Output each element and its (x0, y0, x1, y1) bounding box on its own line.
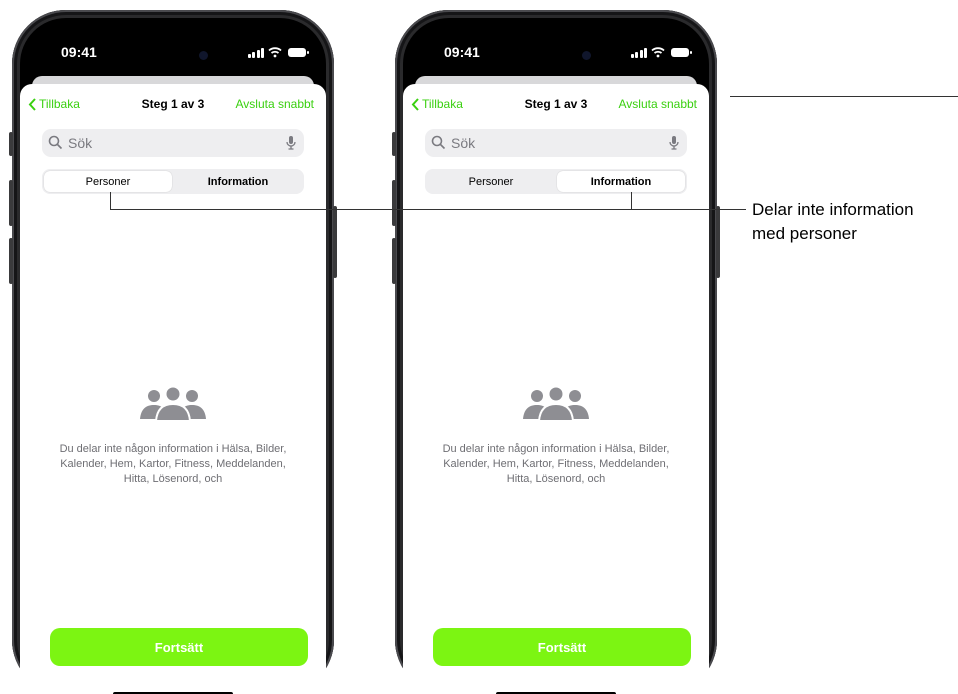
callout-line-2: med personer (752, 224, 857, 243)
volume-down-button (9, 238, 13, 284)
wifi-icon (268, 47, 282, 58)
segmented-control: Personer Information (425, 169, 687, 194)
segmented-control: Personer Information (42, 169, 304, 194)
volume-down-button (392, 238, 396, 284)
people-group-icon (523, 386, 589, 422)
search-icon (48, 135, 63, 150)
volume-up-button (392, 180, 396, 226)
sheet: Tillbaka Steg 1 av 3 Avsluta snabbt Sök … (403, 84, 709, 694)
nav-bar: Tillbaka Steg 1 av 3 Avsluta snabbt (20, 94, 326, 118)
sheet: Tillbaka Steg 1 av 3 Avsluta snabbt Sök … (20, 84, 326, 694)
screen: 09:41 Tillbaka Steg 1 av 3 Avsluta snabb… (20, 18, 326, 694)
quick-exit-button[interactable]: Avsluta snabbt (619, 97, 698, 111)
dynamic-island (505, 42, 613, 70)
signal-icon (247, 48, 264, 58)
search-placeholder: Sök (451, 135, 476, 151)
search-field[interactable]: Sök (42, 129, 304, 157)
callout-leader-right (631, 192, 632, 210)
screen: 09:41 Tillbaka Steg 1 av 3 Avsluta snabb… (403, 18, 709, 694)
signal-icon (630, 48, 647, 58)
quick-exit-button[interactable]: Avsluta snabbt (236, 97, 315, 111)
search-field[interactable]: Sök (425, 129, 687, 157)
search-placeholder: Sök (68, 135, 93, 151)
status-time: 09:41 (444, 44, 480, 60)
action-button (392, 132, 396, 156)
top-rule (730, 96, 958, 97)
empty-state-message: Du delar inte någon information i Hälsa,… (442, 443, 670, 485)
dynamic-island (122, 42, 230, 70)
battery-icon (288, 48, 309, 57)
status-bar: 09:41 (403, 18, 709, 78)
microphone-icon[interactable] (286, 135, 296, 150)
microphone-icon[interactable] (669, 135, 679, 150)
continue-button[interactable]: Fortsätt (433, 628, 691, 666)
side-button (333, 206, 337, 278)
phone-personer: 09:41 Tillbaka Steg 1 av 3 Avsluta snabb… (9, 10, 337, 694)
segment-information[interactable]: Information (174, 171, 302, 192)
callout-leader-left (110, 192, 111, 210)
status-time: 09:41 (61, 44, 97, 60)
continue-button[interactable]: Fortsätt (50, 628, 308, 666)
segment-information[interactable]: Information (557, 171, 685, 192)
action-button (9, 132, 13, 156)
empty-state-message: Du delar inte någon information i Hälsa,… (59, 443, 287, 485)
volume-up-button (9, 180, 13, 226)
nav-bar: Tillbaka Steg 1 av 3 Avsluta snabbt (403, 94, 709, 118)
people-group-icon (140, 386, 206, 422)
segment-personer[interactable]: Personer (427, 171, 555, 192)
side-button (716, 206, 720, 278)
phone-information: 09:41 Tillbaka Steg 1 av 3 Avsluta snabb… (392, 10, 720, 694)
search-icon (431, 135, 446, 150)
callout-line (110, 209, 746, 210)
wifi-icon (651, 47, 665, 58)
segment-personer[interactable]: Personer (44, 171, 172, 192)
callout-line-1: Delar inte information (752, 200, 914, 219)
callout-text: Delar inte information med personer (752, 198, 914, 246)
battery-icon (671, 48, 692, 57)
status-bar: 09:41 (20, 18, 326, 78)
